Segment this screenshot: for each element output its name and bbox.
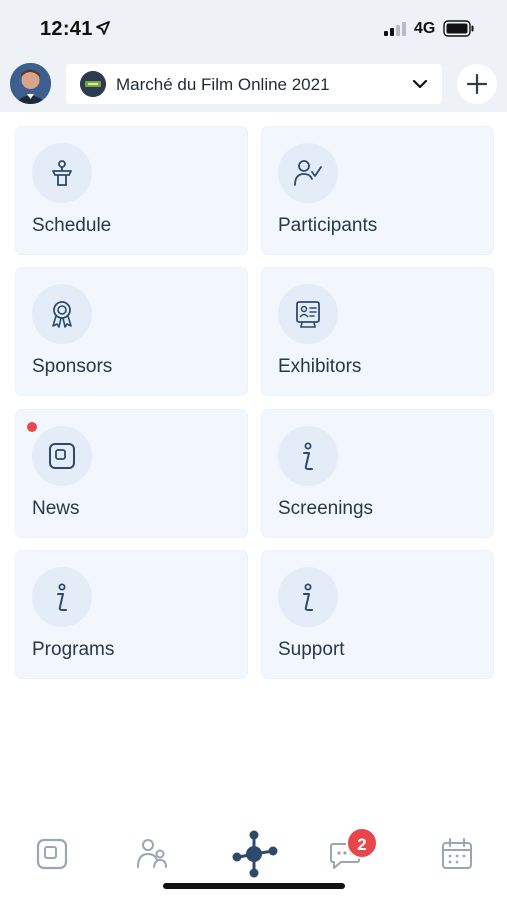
tile-screenings[interactable]: Screenings xyxy=(262,410,493,537)
network-hub-icon xyxy=(232,830,278,878)
tile-schedule[interactable]: Schedule xyxy=(16,127,247,254)
tile-exhibitors[interactable]: Exhibitors xyxy=(262,268,493,395)
info-icon xyxy=(303,442,313,470)
unread-dot xyxy=(27,422,37,432)
square-icon xyxy=(49,443,75,469)
participant-check-icon xyxy=(294,160,322,186)
network-label: 4G xyxy=(414,20,436,37)
tile-participants[interactable]: Participants xyxy=(262,127,493,254)
home-indicator[interactable] xyxy=(163,883,345,889)
tile-icon-container xyxy=(32,426,92,486)
tab-people[interactable] xyxy=(133,834,173,874)
calendar-icon xyxy=(442,838,472,869)
event-name: Marché du Film Online 2021 xyxy=(116,75,330,94)
tile-icon-container xyxy=(32,284,92,344)
chevron-down-icon xyxy=(412,79,428,89)
tile-news[interactable]: News xyxy=(16,410,247,537)
id-card-icon xyxy=(296,301,320,328)
tile-label: News xyxy=(32,498,80,519)
tile-label: Participants xyxy=(278,215,378,236)
event-logo xyxy=(80,71,106,97)
tile-label: Schedule xyxy=(32,215,112,236)
tile-label: Support xyxy=(278,639,345,660)
tile-icon-container xyxy=(278,567,338,627)
info-icon xyxy=(303,583,313,611)
people-icon xyxy=(137,839,167,868)
tile-icon-container xyxy=(278,143,338,203)
tile-icon-container xyxy=(32,567,92,627)
chat-badge: 2 xyxy=(346,827,378,859)
battery-icon xyxy=(443,20,474,37)
tile-label: Screenings xyxy=(278,498,374,519)
award-ribbon-icon xyxy=(52,301,72,328)
signal-icon xyxy=(384,22,406,36)
tile-label: Exhibitors xyxy=(278,356,362,377)
plus-icon xyxy=(467,74,487,94)
tab-home[interactable] xyxy=(32,834,72,874)
tile-icon-container xyxy=(278,426,338,486)
tile-icon-container xyxy=(32,143,92,203)
status-bar: 12:41 4G xyxy=(0,0,507,58)
podium-icon xyxy=(52,160,72,186)
event-selector[interactable]: Marché du Film Online 2021 xyxy=(66,64,442,104)
tile-label: Sponsors xyxy=(32,356,113,377)
tab-calendar[interactable] xyxy=(437,834,477,874)
tile-sponsors[interactable]: Sponsors xyxy=(16,268,247,395)
location-arrow-icon xyxy=(96,21,110,35)
status-time: 12:41 xyxy=(40,18,93,40)
tile-support[interactable]: Support xyxy=(262,551,493,678)
tile-label: Programs xyxy=(32,639,115,660)
app-header: Marché du Film Online 2021 xyxy=(0,58,507,112)
avatar[interactable] xyxy=(10,63,51,104)
add-button[interactable] xyxy=(457,64,497,104)
home-square-icon xyxy=(36,838,68,870)
tile-icon-container xyxy=(278,284,338,344)
info-icon xyxy=(57,583,67,611)
tab-network[interactable] xyxy=(230,830,278,878)
tile-programs[interactable]: Programs xyxy=(16,551,247,678)
